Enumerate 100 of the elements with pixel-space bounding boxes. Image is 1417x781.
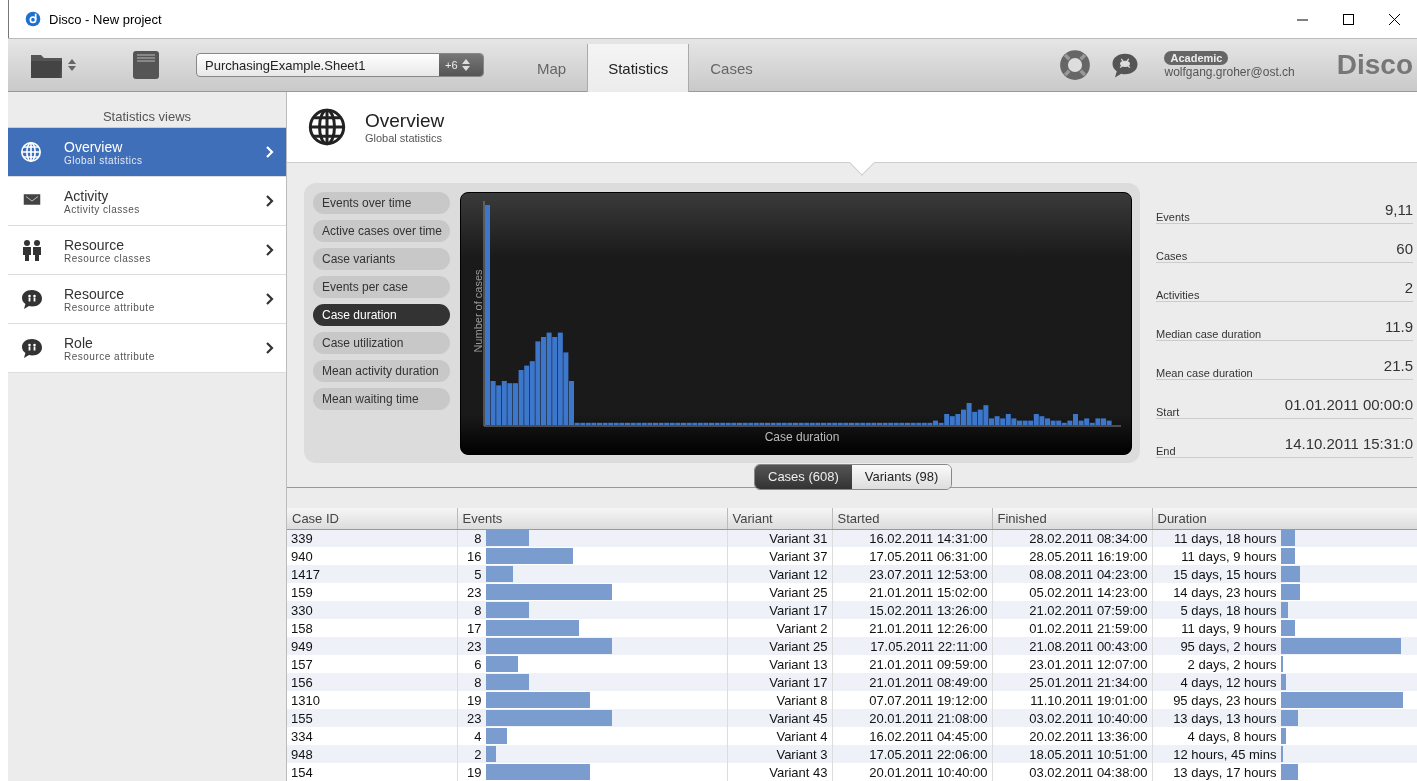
table-cell-text: 19 [466, 692, 482, 708]
stat-value: 21.5 [1383, 357, 1413, 375]
stat-value: 60 [1396, 240, 1413, 258]
item-subtitle: Global statistics [64, 154, 144, 166]
chart-view-option[interactable]: Case duration [313, 304, 450, 327]
chart-view-option[interactable]: Case variants [313, 248, 450, 271]
duration-bar [1280, 710, 1298, 726]
table-cell: 03.02.2011 04:38:00 [992, 763, 1152, 781]
stat-label: Cases [1156, 250, 1188, 263]
view-tab[interactable]: Statistics [587, 44, 690, 92]
stat-label: Activities [1156, 289, 1200, 302]
events-bar [485, 746, 497, 762]
table-cell-text: 2 [473, 746, 482, 762]
stat-label: End [1156, 445, 1176, 458]
table-cell-text: 23 [466, 710, 482, 726]
duration-bar [1280, 656, 1284, 672]
close-icon [1388, 13, 1400, 25]
globe-icon [307, 107, 347, 148]
events-bar [485, 728, 508, 744]
events-bar [485, 602, 530, 618]
duration-bar [1280, 674, 1287, 690]
chevron-right-icon [264, 145, 276, 159]
events-bar [485, 674, 530, 690]
column-header[interactable]: Finished [992, 508, 1152, 529]
chart-view-option[interactable]: Active cases over time [313, 220, 450, 243]
stat-value: 9,11 [1384, 201, 1413, 219]
dataset-dropdown[interactable]: PurchasingExample.Sheet1 +6 [196, 53, 484, 77]
table-cell-text: 23 [466, 638, 482, 654]
list-tab[interactable]: Cases (608) [755, 465, 852, 489]
view-tab[interactable]: Map [516, 44, 588, 92]
table-cell-text: 11 days, 9 hours [1180, 548, 1277, 564]
table-cell-text: 11 days, 18 hours [1173, 530, 1277, 546]
people-icon [20, 238, 44, 262]
stat-value: 2 [1404, 279, 1413, 297]
item-subtitle: Activity classes [64, 203, 141, 215]
maximize-icon [1342, 13, 1354, 25]
x-axis-label: Case duration [764, 430, 840, 445]
view-tab[interactable]: Cases [689, 44, 774, 92]
table-cell-text: 19 [466, 764, 482, 780]
duration-bar [1280, 620, 1295, 636]
column-header[interactable]: Started [832, 508, 992, 529]
sidebar-item[interactable]: Overview Global statistics [8, 128, 286, 177]
table-cell-text: 4 days, 12 hours [1179, 674, 1277, 690]
chart-view-option[interactable]: Mean waiting time [313, 388, 450, 411]
table-cell-text: 13 days, 17 hours [1172, 764, 1277, 780]
chart-view-option[interactable]: Events per case [313, 276, 450, 299]
sidebar-item[interactable]: Resource Resource classes [8, 226, 286, 275]
table-cell-text: 2 days, 2 hours [1186, 656, 1277, 672]
up-down-arrows-icon [461, 59, 470, 71]
sidebar-item[interactable]: Resource Resource attribute [8, 275, 286, 324]
speech-bubble-icon [20, 336, 44, 360]
duration-bar [1280, 566, 1301, 582]
column-header[interactable]: Events [457, 508, 727, 529]
stat-value: 01.01.2011 00:00:0 [1284, 396, 1413, 414]
stat-label: Median case duration [1156, 328, 1262, 341]
stat-label: Mean case duration [1156, 367, 1253, 380]
table-cell-text: 5 [473, 566, 482, 582]
table-cell-text: 4 days, 8 hours [1186, 728, 1277, 744]
table-cell: 20.01.2011 10:40:00 [832, 763, 992, 781]
sidebar-item[interactable]: Activity Activity classes [8, 177, 286, 226]
chart-view-option[interactable]: Events over time [313, 192, 450, 215]
chart-view-option[interactable]: Mean activity duration [313, 360, 450, 383]
table-cell-text: 5 days, 18 hours [1179, 602, 1277, 618]
stat-value: 11.9 [1384, 318, 1413, 336]
duration-bar [1280, 584, 1300, 600]
chevron-right-icon [264, 243, 276, 257]
item-title: Resource [64, 285, 125, 302]
item-subtitle: Resource attribute [64, 301, 156, 313]
column-header[interactable]: Case ID [287, 508, 457, 529]
item-subtitle: Resource classes [64, 252, 152, 264]
table-cell-text: 11 days, 9 hours [1180, 620, 1277, 636]
view-subtitle: Global statistics [365, 132, 444, 145]
table-cell-text: 95 days, 2 hours [1179, 638, 1277, 654]
item-subtitle: Resource attribute [64, 350, 156, 362]
duration-bar [1280, 728, 1286, 744]
list-tab[interactable]: Variants (98) [851, 465, 952, 489]
table-cell-text: 17 [466, 620, 482, 636]
duration-bar [1280, 602, 1288, 618]
stat-value: 14.10.2011 15:31:0 [1284, 435, 1413, 453]
user-email: wolfgang.groher@ost.ch [1164, 65, 1295, 79]
column-header[interactable]: Variant [727, 508, 832, 529]
globe-icon [20, 141, 42, 163]
chevron-right-icon [264, 341, 276, 355]
chart-view-option[interactable]: Case utilization [313, 332, 450, 355]
item-title: Role [64, 334, 94, 351]
item-title: Activity [64, 187, 110, 204]
events-bar [485, 656, 519, 672]
table-cell-text: 95 days, 23 hours [1172, 692, 1277, 708]
table-cell-text: 13 days, 13 hours [1172, 710, 1277, 726]
y-axis-label: Number of cases [472, 268, 484, 355]
column-header[interactable]: Duration [1152, 508, 1417, 529]
table-cell-text: 23 [466, 584, 482, 600]
lifebuoy-icon [1058, 48, 1093, 82]
dataset-count-badge: +6 [439, 54, 483, 76]
table-cell-text: 16 [466, 548, 482, 564]
chevron-right-icon [264, 194, 276, 208]
duration-bar [1280, 764, 1298, 780]
window-title: Disco - New project [49, 11, 162, 27]
app-logo-icon [25, 11, 41, 27]
sidebar-item[interactable]: Role Resource attribute [8, 324, 286, 373]
